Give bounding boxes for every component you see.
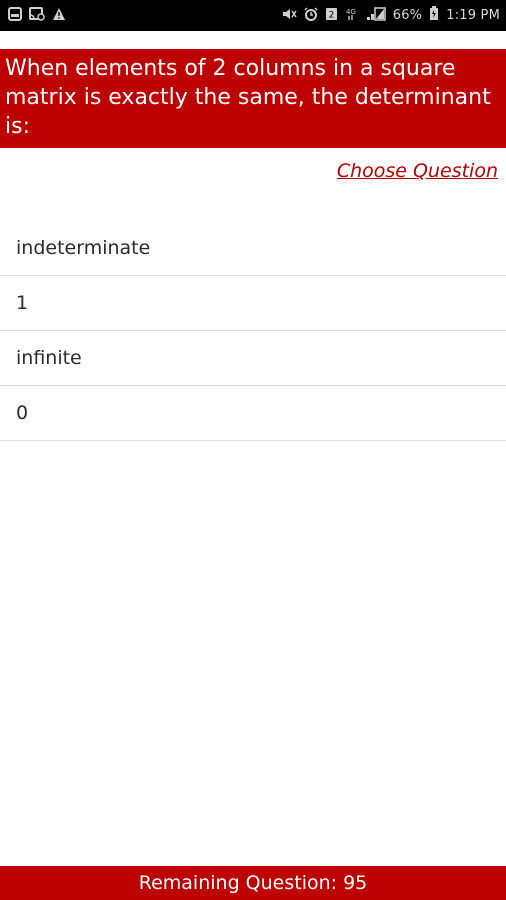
battery-icon (429, 6, 439, 25)
clock: 1:19 PM (446, 8, 500, 23)
status-bar: 2 4G 66% 1:19 PM (0, 0, 506, 31)
mute-icon (281, 6, 297, 25)
svg-text:2: 2 (328, 11, 334, 21)
status-left-icons (8, 6, 66, 25)
gallery-icon (8, 6, 22, 25)
warning-icon (52, 6, 66, 25)
network-type-label: 4G (346, 8, 356, 16)
network-icon: 4G (345, 6, 359, 25)
cast-icon (29, 6, 45, 25)
status-right-icons: 2 4G 66% 1:19 PM (281, 6, 500, 25)
answer-option[interactable]: 0 (0, 386, 506, 441)
remaining-question-bar: Remaining Question: 95 (0, 866, 506, 900)
answer-options: indeterminate 1 infinite 0 (0, 221, 506, 441)
question-text: When elements of 2 columns in a square m… (0, 49, 506, 148)
battery-percent: 66% (392, 8, 423, 23)
sim-icon: 2 (325, 6, 338, 25)
answer-option[interactable]: 1 (0, 276, 506, 331)
answer-option[interactable]: infinite (0, 331, 506, 386)
answer-option[interactable]: indeterminate (0, 221, 506, 276)
remaining-question-label: Remaining Question: 95 (138, 872, 368, 894)
alarm-icon (304, 6, 318, 25)
choose-question-link[interactable]: Choose Question (337, 160, 498, 182)
signal-icon (366, 6, 386, 25)
